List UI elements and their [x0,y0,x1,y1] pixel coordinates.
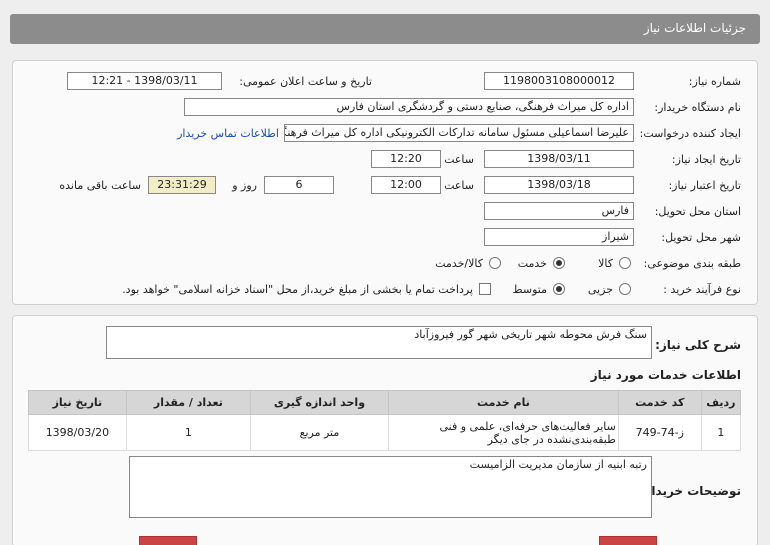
cell-unit: متر مربع [249,414,389,451]
category-goods-radio[interactable] [619,257,631,269]
category-label: طبقه بندی موضوعی: [643,257,741,270]
city-label: شهر محل تحویل: [661,231,741,244]
col-need-date: تاریخ نیاز [28,390,127,415]
remaining-label: ساعت باقی مانده [59,179,141,192]
treasury-payment-note: پرداخت تمام یا بخشی از مبلغ خرید،از محل … [122,283,473,296]
summary-label: شرح کلی نیاز: [655,338,741,352]
services-panel: شرح کلی نیاز: سنگ فرش محوطه شهر تاریخی ش… [12,315,758,545]
purchase-medium-label: متوسط [512,283,547,296]
valid-date-field: 1398/03/18 [484,176,634,194]
buyer-org-label: نام دستگاه خریدار: [654,101,741,114]
valid-time-label: ساعت [444,179,474,192]
category-goods-label: کالا [598,257,613,270]
category-goods-service-radio[interactable] [489,257,501,269]
valid-date-label: تاریخ اعتبار نیاز: [668,179,741,192]
create-date-label: تاریخ ایجاد نیاز: [671,153,741,166]
remaining-time-field: 23:31:29 [148,176,216,194]
days-label: روز و [232,179,257,192]
days-remaining-field: 6 [264,176,334,194]
city-field: شیراز [484,228,634,246]
requester-field: علیرضا اسماعیلی مسئول سامانه تدارکات الک… [284,124,634,142]
action-button-right[interactable] [599,536,657,545]
purchase-type-label: نوع فرآیند خرید : [663,283,741,296]
purchase-minor-label: جزیی [587,283,613,296]
valid-time-field: 12:00 [371,176,441,194]
services-table-header: ردیف کد خدمت نام خدمت واحد اندازه گیری ت… [28,390,742,415]
services-title: اطلاعات خدمات مورد نیاز [590,368,741,382]
cell-need-date: 1398/03/20 [28,414,127,451]
table-row: 1 ز-74-749 سایر فعالیت‌های حرفه‌ای، علمی… [28,414,742,451]
services-table: ردیف کد خدمت نام خدمت واحد اندازه گیری ت… [28,390,742,451]
page-title: جزئیات اطلاعات نیاز [643,21,746,35]
category-service-radio[interactable] [553,257,565,269]
buyer-notes-label: توضیحات خریدار: [639,484,741,498]
purchase-medium-radio[interactable] [553,283,565,295]
cell-service-code: ز-74-749 [617,414,702,451]
purchase-minor-radio[interactable] [619,283,631,295]
need-details-panel: شماره نیاز: 1198003108000012 تاریخ و ساع… [12,60,758,305]
buyer-notes-field: رتبه ابنیه از سازمان مدیریت الزامیست [129,456,652,518]
cell-service-name: سایر فعالیت‌های حرفه‌ای، علمی و فنی طبقه… [387,414,619,451]
summary-field: سنگ فرش محوطه شهر تاریخی شهر گور فیروزآب… [106,326,652,359]
requester-label: ایجاد کننده درخواست: [639,127,741,140]
buyer-org-field: اداره کل میراث فرهنگی، صنایع دستی و گردش… [184,98,634,116]
cell-row: 1 [700,414,742,451]
category-goods-service-label: کالا/خدمت [435,257,483,270]
action-button-left[interactable] [139,536,197,545]
province-field: فارس [484,202,634,220]
col-row: ردیف [700,390,742,415]
col-service-name: نام خدمت [387,390,619,415]
buyer-contact-link[interactable]: اطلاعات تماس خریدار [177,127,279,140]
page-header: جزئیات اطلاعات نیاز [10,14,760,44]
col-quantity: تعداد / مقدار [125,390,251,415]
create-time-label: ساعت [444,153,474,166]
cell-quantity: 1 [125,414,251,451]
province-label: استان محل تحویل: [654,205,741,218]
announce-label: تاریخ و ساعت اعلان عمومی: [239,75,372,88]
need-number-label: شماره نیاز: [688,75,741,88]
create-time-field: 12:20 [371,150,441,168]
need-number-field: 1198003108000012 [484,72,634,90]
announce-field: 1398/03/11 - 12:21 [67,72,222,90]
category-service-label: خدمت [517,257,547,270]
col-unit: واحد اندازه گیری [249,390,389,415]
treasury-payment-checkbox[interactable] [479,283,491,295]
col-service-code: کد خدمت [617,390,702,415]
create-date-field: 1398/03/11 [484,150,634,168]
